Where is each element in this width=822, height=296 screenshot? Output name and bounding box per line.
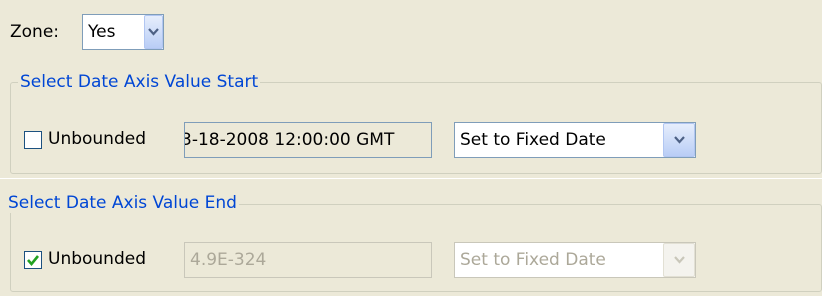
zone-combo[interactable]: Yes: [82, 14, 164, 50]
start-mode-value: Set to Fixed Date: [460, 130, 606, 150]
zone-combo-value: Yes: [88, 22, 116, 42]
end-unbounded-checkbox[interactable]: [24, 251, 42, 269]
start-unbounded-checkbox[interactable]: [24, 131, 42, 149]
end-date-value: 4.9E-324: [190, 250, 267, 270]
zone-dropdown-button[interactable]: [144, 15, 163, 49]
start-mode-dropdown-button[interactable]: [663, 123, 695, 157]
chevron-down-icon: [673, 256, 685, 264]
start-date-value: 3-18-2008 12:00:00 GMT: [184, 130, 395, 150]
checkmark-icon: [27, 255, 40, 266]
chevron-down-icon: [673, 136, 685, 144]
start-unbounded-label: Unbounded: [48, 129, 146, 149]
start-mode-combo[interactable]: Set to Fixed Date: [454, 122, 696, 158]
end-date-field[interactable]: 4.9E-324: [184, 242, 432, 278]
end-mode-dropdown-button[interactable]: [663, 243, 695, 277]
end-group-title: Select Date Axis Value End: [6, 193, 239, 213]
end-mode-combo[interactable]: Set to Fixed Date: [454, 242, 696, 278]
end-unbounded-label: Unbounded: [48, 249, 146, 269]
end-mode-value: Set to Fixed Date: [460, 250, 606, 270]
chevron-down-icon: [148, 28, 159, 36]
start-group-title: Select Date Axis Value Start: [18, 72, 261, 92]
zone-label: Zone:: [10, 22, 60, 42]
start-date-field[interactable]: 3-18-2008 12:00:00 GMT: [184, 122, 432, 158]
section-divider: [0, 178, 822, 179]
